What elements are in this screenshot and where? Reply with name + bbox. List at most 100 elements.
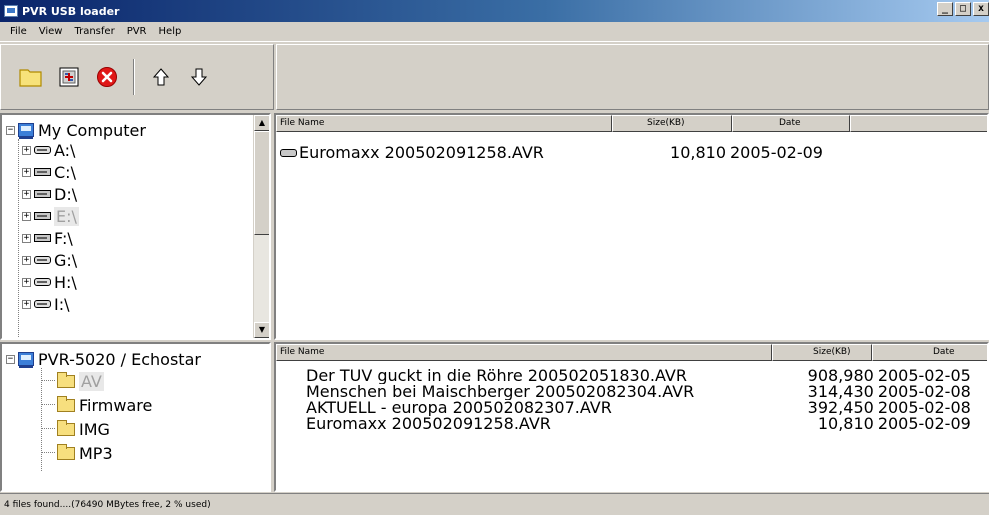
expand-toggle[interactable]: + bbox=[22, 255, 31, 265]
arrow-up-icon bbox=[152, 68, 170, 86]
folder-icon bbox=[57, 419, 75, 436]
tree-connector bbox=[41, 404, 55, 405]
tree-item-label: H:\ bbox=[54, 272, 77, 292]
column-header-size[interactable]: Size(KB) bbox=[612, 115, 732, 132]
tree-item-drive-c[interactable]: + C:\ bbox=[22, 161, 76, 183]
expand-toggle[interactable]: + bbox=[22, 189, 31, 199]
tree-item-label: C:\ bbox=[54, 162, 76, 182]
tree-item-label: I:\ bbox=[54, 294, 70, 314]
list-header: File Name Size(KB) Date bbox=[276, 115, 987, 132]
pvr-file-list[interactable]: File Name Size(KB) Date Der TÜV guckt in… bbox=[274, 342, 989, 492]
tree-item-folder-av[interactable]: AV bbox=[57, 370, 104, 392]
open-folder-icon bbox=[19, 69, 42, 87]
scroll-up-button[interactable]: ▲ bbox=[254, 115, 269, 131]
tree-item-drive-f[interactable]: + F:\ bbox=[22, 227, 73, 249]
drive-icon bbox=[34, 190, 51, 198]
open-folder-button[interactable] bbox=[19, 65, 43, 89]
tree-item-drive-i[interactable]: + I:\ bbox=[22, 293, 70, 315]
computer-icon bbox=[18, 123, 34, 139]
file-size: 314,430 bbox=[807, 384, 874, 400]
tree-item-folder-img[interactable]: IMG bbox=[57, 418, 110, 440]
drive-icon bbox=[34, 234, 51, 242]
table-row[interactable]: Menschen bei Maischberger 200502082304.A… bbox=[306, 384, 987, 400]
settings-button[interactable] bbox=[57, 65, 81, 89]
tree-item-label: IMG bbox=[79, 419, 110, 439]
file-name: Menschen bei Maischberger 200502082304.A… bbox=[306, 384, 695, 400]
collapse-toggle[interactable]: − bbox=[6, 354, 15, 364]
tree-connector bbox=[41, 368, 42, 471]
drive-icon bbox=[34, 146, 51, 154]
expand-toggle[interactable]: + bbox=[22, 277, 31, 287]
folder-icon bbox=[57, 371, 75, 388]
app-icon bbox=[4, 5, 18, 17]
title-bar: PVR USB loader _ □ x bbox=[0, 0, 989, 22]
drive-icon bbox=[34, 278, 51, 286]
tree-item-label: My Computer bbox=[38, 120, 146, 140]
expand-toggle[interactable]: + bbox=[22, 167, 31, 177]
stop-icon bbox=[97, 67, 117, 87]
file-size: 908,980 bbox=[807, 368, 874, 384]
local-file-list[interactable]: File Name Size(KB) Date Euromaxx 2005020… bbox=[274, 113, 989, 340]
tree-item-label: F:\ bbox=[54, 228, 73, 248]
column-header-blank bbox=[850, 115, 987, 132]
column-header-name[interactable]: File Name bbox=[276, 344, 772, 361]
tree-item-pvr-root[interactable]: − PVR-5020 / Echostar bbox=[6, 348, 201, 370]
toolbar-separator bbox=[133, 59, 135, 95]
tree-item-drive-a[interactable]: + A:\ bbox=[22, 139, 75, 161]
expand-toggle[interactable]: + bbox=[22, 145, 31, 155]
tree-item-drive-d[interactable]: + D:\ bbox=[22, 183, 77, 205]
scroll-down-button[interactable]: ▼ bbox=[254, 322, 269, 338]
file-size: 392,450 bbox=[807, 400, 874, 416]
file-name: Euromaxx 200502091258.AVR bbox=[299, 145, 544, 161]
file-name: AKTUELL - europa 200502082307.AVR bbox=[306, 400, 612, 416]
list-header: File Name Size(KB) Date bbox=[276, 344, 987, 361]
stop-button[interactable] bbox=[95, 65, 119, 89]
drive-icon bbox=[34, 168, 51, 176]
column-header-date[interactable]: Date bbox=[732, 115, 850, 132]
table-row[interactable]: Euromaxx 200502091258.AVR 10,810 2005-02… bbox=[280, 145, 987, 161]
status-bar: 4 files found....(76490 MBytes free, 2 %… bbox=[0, 493, 989, 515]
table-row[interactable]: AKTUELL - europa 200502082307.AVR 392,45… bbox=[306, 400, 987, 416]
file-name-cell: Euromaxx 200502091258.AVR bbox=[280, 145, 622, 161]
tree-item-my-computer[interactable]: − My Computer bbox=[6, 119, 146, 141]
menu-file[interactable]: File bbox=[4, 26, 33, 37]
move-down-button[interactable] bbox=[187, 65, 211, 89]
tree-item-folder-mp3[interactable]: MP3 bbox=[57, 442, 113, 464]
menu-help[interactable]: Help bbox=[153, 26, 188, 37]
expand-toggle[interactable]: + bbox=[22, 299, 31, 309]
toolbar bbox=[0, 43, 989, 111]
tree-connector bbox=[41, 452, 55, 453]
vertical-scrollbar[interactable]: ▲ ▼ bbox=[253, 115, 269, 338]
file-name: Euromaxx 200502091258.AVR bbox=[306, 416, 551, 432]
tree-item-drive-g[interactable]: + G:\ bbox=[22, 249, 77, 271]
file-rows: Der TÜV guckt in die Röhre 200502051830.… bbox=[306, 368, 987, 432]
tree-connector bbox=[18, 139, 19, 338]
pvr-tree-panel[interactable]: − PVR-5020 / Echostar AV Firmware IMG MP… bbox=[0, 342, 271, 492]
toolbar-empty-area bbox=[276, 44, 989, 110]
window-controls: _ □ x bbox=[937, 2, 989, 16]
expand-toggle[interactable]: + bbox=[22, 211, 31, 221]
menu-transfer[interactable]: Transfer bbox=[68, 26, 120, 37]
table-row[interactable]: Der TÜV guckt in die Röhre 200502051830.… bbox=[306, 368, 987, 384]
toolbar-buttons bbox=[0, 44, 274, 110]
column-header-name[interactable]: File Name bbox=[276, 115, 612, 132]
table-row[interactable]: Euromaxx 200502091258.AVR 10,810 2005-02… bbox=[306, 416, 987, 432]
local-tree-panel[interactable]: − My Computer + A:\ + C:\ + D:\ + E:\ + … bbox=[0, 113, 271, 340]
scroll-thumb[interactable] bbox=[254, 131, 269, 235]
collapse-toggle[interactable]: − bbox=[6, 125, 15, 135]
tree-item-label: MP3 bbox=[79, 443, 113, 463]
menu-pvr[interactable]: PVR bbox=[121, 26, 153, 37]
expand-toggle[interactable]: + bbox=[22, 233, 31, 243]
minimize-button[interactable]: _ bbox=[937, 2, 953, 16]
menu-view[interactable]: View bbox=[33, 26, 69, 37]
tree-item-drive-e[interactable]: + E:\ bbox=[22, 205, 79, 227]
tree-item-folder-firmware[interactable]: Firmware bbox=[57, 394, 152, 416]
column-header-date[interactable]: Date bbox=[872, 344, 987, 361]
arrow-down-icon bbox=[190, 68, 208, 86]
close-button[interactable]: x bbox=[973, 2, 989, 16]
video-file-icon bbox=[280, 149, 297, 157]
maximize-button[interactable]: □ bbox=[955, 2, 971, 16]
move-up-button[interactable] bbox=[149, 65, 173, 89]
column-header-size[interactable]: Size(KB) bbox=[772, 344, 872, 361]
tree-item-drive-h[interactable]: + H:\ bbox=[22, 271, 77, 293]
